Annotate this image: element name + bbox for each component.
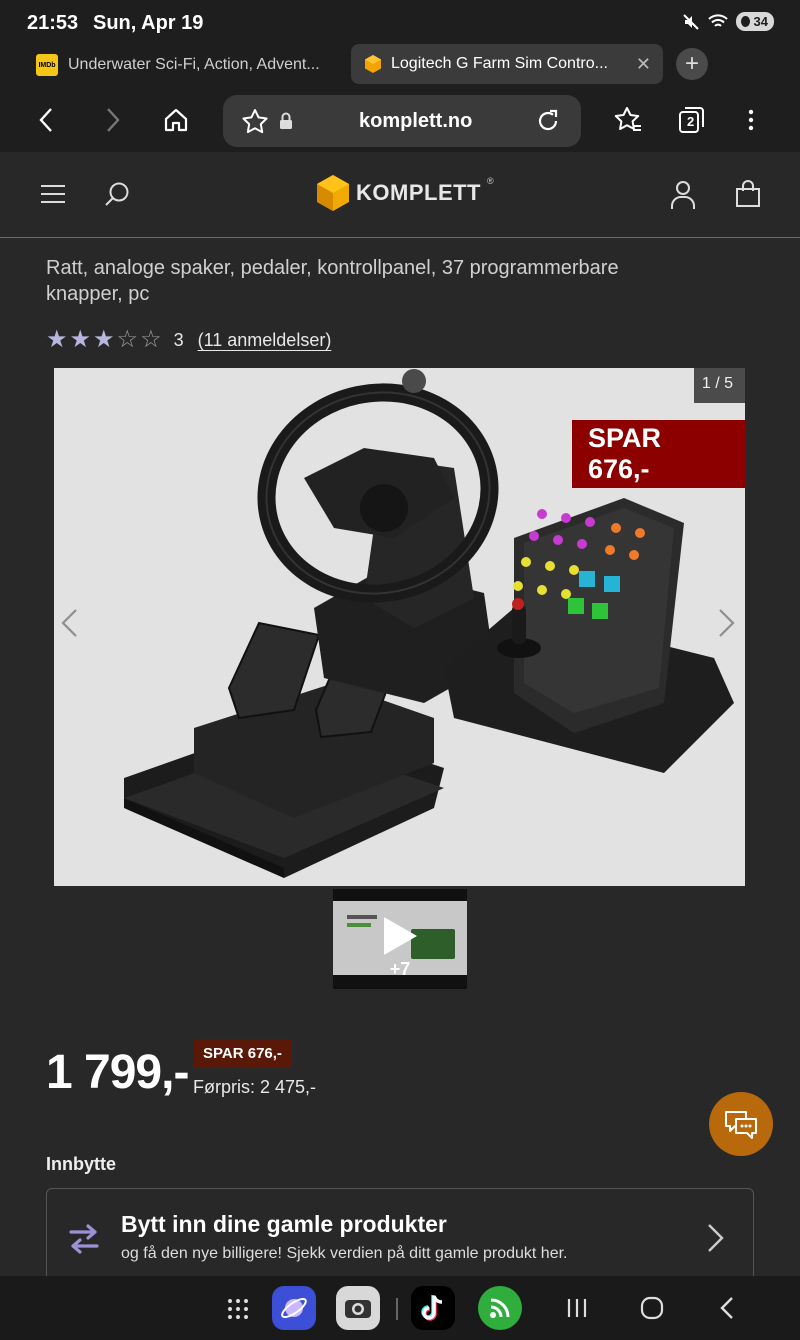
app-drawer-icon[interactable] bbox=[227, 1298, 249, 1320]
back-nav-icon[interactable] bbox=[718, 1296, 736, 1320]
star-filled-icon: ★ bbox=[69, 326, 92, 353]
address-bar[interactable]: komplett.no bbox=[223, 95, 581, 147]
browser-menu-button[interactable] bbox=[733, 102, 769, 138]
tab-title: Logitech G Farm Sim Contro... bbox=[391, 55, 608, 72]
chat-bubbles-icon bbox=[725, 1111, 757, 1139]
logo-text: KOMPLETT bbox=[356, 180, 481, 205]
shopping-bag-icon[interactable] bbox=[735, 180, 761, 208]
search-icon[interactable] bbox=[104, 180, 132, 208]
status-date: Sun, Apr 19 bbox=[93, 12, 204, 34]
dock-divider bbox=[396, 1298, 398, 1320]
mute-icon bbox=[682, 13, 699, 30]
close-tab-icon[interactable]: ✕ bbox=[636, 54, 651, 75]
tab-bar: IMDb Underwater Sci-Fi, Action, Advent..… bbox=[0, 44, 800, 88]
previous-price: Førpris: 2 475,- bbox=[193, 1077, 317, 1097]
rss-icon bbox=[490, 1298, 510, 1318]
swap-arrows-icon bbox=[69, 1224, 99, 1254]
planet-icon bbox=[281, 1297, 307, 1319]
product-price: 1 799,- bbox=[46, 1046, 189, 1099]
recent-apps-icon[interactable] bbox=[566, 1297, 588, 1319]
more-vertical-icon bbox=[748, 109, 754, 131]
tradein-card[interactable]: Bytt inn dine gamle produkter og få den … bbox=[46, 1188, 754, 1288]
new-tab-button[interactable]: + bbox=[676, 48, 708, 80]
tradein-subtitle: og få den nye billigere! Sjekk verdien p… bbox=[121, 1245, 568, 1262]
system-icons: 34 bbox=[682, 12, 774, 31]
chevron-right-icon bbox=[107, 108, 120, 132]
gallery-next-button[interactable] bbox=[718, 608, 736, 647]
star-empty-icon: ☆ bbox=[140, 326, 162, 353]
product-image-gallery[interactable]: 1 / 5 SPAR 676,- bbox=[54, 368, 745, 886]
camera-app-icon[interactable] bbox=[336, 1286, 380, 1330]
gallery-prev-button[interactable] bbox=[60, 608, 78, 647]
image-counter: 1 / 5 bbox=[693, 368, 745, 403]
tab-switcher-button[interactable]: 2 bbox=[673, 102, 709, 138]
camera-icon bbox=[345, 1300, 371, 1318]
save-badge: SPAR 676,- bbox=[572, 420, 745, 488]
lock-icon bbox=[280, 112, 292, 129]
system-navigation-bar bbox=[0, 1276, 800, 1340]
tradein-section-label: Innbytte bbox=[46, 1154, 116, 1174]
browser-app-icon[interactable] bbox=[272, 1286, 316, 1330]
status-time: 21:53 bbox=[27, 12, 79, 34]
logo-registered-mark: ® bbox=[487, 176, 494, 186]
battery-indicator: 34 bbox=[735, 12, 774, 31]
status-bar: 21:53 Sun, Apr 19 34 bbox=[0, 0, 800, 44]
star-filled-icon: ★ bbox=[93, 326, 115, 353]
bookmarks-star-list-icon bbox=[614, 107, 641, 131]
chevron-left-icon bbox=[39, 108, 52, 132]
more-media-count: +7 bbox=[389, 959, 411, 979]
hamburger-menu-icon[interactable] bbox=[40, 183, 66, 205]
chevron-right-icon bbox=[708, 1224, 724, 1252]
user-icon[interactable] bbox=[670, 180, 696, 210]
tiktok-note-icon bbox=[421, 1295, 443, 1321]
home-icon bbox=[164, 108, 188, 132]
komplett-cube-icon bbox=[317, 175, 349, 211]
video-thumbnail[interactable]: +7 bbox=[333, 889, 467, 989]
tiktok-app-icon[interactable] bbox=[411, 1286, 455, 1330]
reload-icon[interactable] bbox=[535, 108, 561, 134]
bookmarks-button[interactable] bbox=[610, 102, 646, 138]
chat-button[interactable] bbox=[709, 1092, 773, 1156]
tab-imdb[interactable]: IMDb Underwater Sci-Fi, Action, Advent..… bbox=[26, 46, 344, 84]
url-text: komplett.no bbox=[359, 110, 473, 132]
play-icon bbox=[384, 917, 417, 955]
product-subtitle: Ratt, analoge spaker, pedaler, kontrollp… bbox=[46, 257, 619, 305]
product-rating[interactable]: ★ ★ ★ ☆ ☆ 3 (11 anmeldelser) bbox=[46, 328, 331, 352]
star-empty-icon: ☆ bbox=[116, 326, 139, 353]
tradein-title: Bytt inn dine gamle produkter bbox=[121, 1211, 447, 1237]
feed-app-icon[interactable] bbox=[478, 1286, 522, 1330]
home-nav-icon[interactable] bbox=[640, 1296, 664, 1320]
forward-button[interactable] bbox=[95, 102, 131, 138]
komplett-logo[interactable]: KOMPLETT ® bbox=[316, 174, 494, 212]
save-small-badge: SPAR 676,- bbox=[193, 1039, 292, 1068]
komplett-favicon-icon bbox=[365, 55, 381, 73]
bookmark-star-icon[interactable] bbox=[241, 108, 269, 134]
tab-title: Underwater Sci-Fi, Action, Advent... bbox=[68, 56, 320, 73]
rating-value: 3 bbox=[173, 329, 184, 350]
chevron-left-icon bbox=[61, 609, 77, 637]
chevron-right-icon bbox=[719, 609, 735, 637]
browser-toolbar: komplett.no 2 bbox=[0, 88, 800, 152]
tab-komplett[interactable]: Logitech G Farm Sim Contro... ✕ bbox=[351, 44, 663, 84]
imdb-favicon-icon: IMDb bbox=[36, 54, 58, 76]
star-filled-icon: ★ bbox=[46, 326, 68, 353]
reviews-link[interactable]: (11 anmeldelser) bbox=[198, 330, 332, 351]
tab-count: 2 bbox=[687, 114, 695, 129]
wifi-icon bbox=[707, 13, 728, 27]
back-button[interactable] bbox=[28, 102, 64, 138]
home-button[interactable] bbox=[158, 102, 194, 138]
site-header: KOMPLETT ® bbox=[0, 152, 800, 238]
